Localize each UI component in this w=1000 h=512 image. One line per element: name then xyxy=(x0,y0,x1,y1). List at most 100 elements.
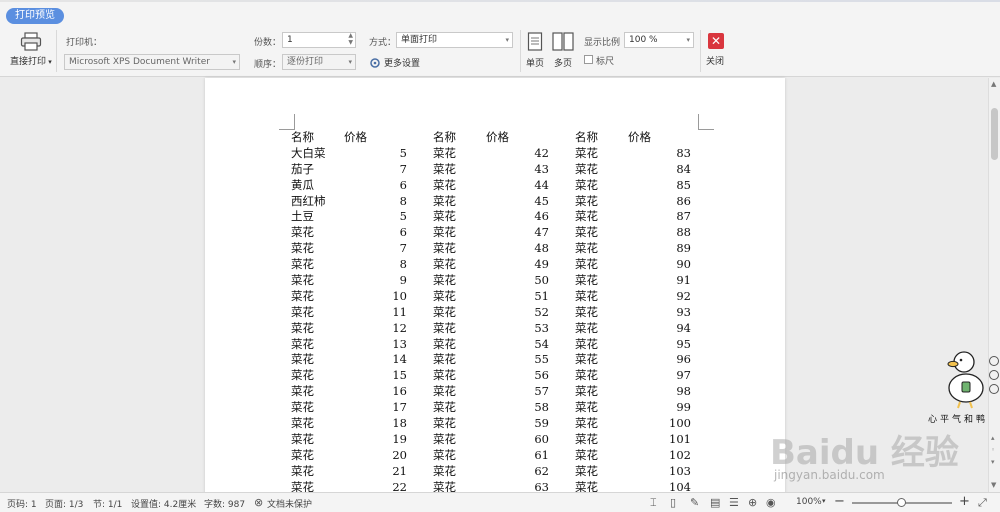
order-select[interactable]: 逐份打印 ▾ xyxy=(282,54,356,70)
item-name: 菜花 xyxy=(291,241,314,256)
item-name: 菜花 xyxy=(433,463,456,478)
item-price: 101 xyxy=(669,431,691,446)
status-page-count[interactable]: 页面: 1/3 xyxy=(45,497,83,510)
item-name: 土豆 xyxy=(291,209,314,224)
single-page-label: 单页 xyxy=(525,59,544,69)
item-name: 菜花 xyxy=(575,273,598,288)
side-tool-icon[interactable] xyxy=(989,356,999,366)
side-tool-icon[interactable] xyxy=(989,384,999,394)
header-price: 价格 xyxy=(344,130,367,144)
zoom-in-button[interactable]: + xyxy=(959,494,970,509)
item-price: 42 xyxy=(534,145,549,160)
item-price: 90 xyxy=(676,257,691,272)
status-zoom-value[interactable]: 100% xyxy=(796,497,822,507)
status-page-number[interactable]: 页码: 1 xyxy=(7,497,37,510)
fit-window-icon[interactable]: ⤢ xyxy=(978,496,987,510)
zoom-slider[interactable] xyxy=(852,498,952,507)
header-price: 价格 xyxy=(486,130,509,144)
table-row: 菜花 103 xyxy=(575,464,705,480)
item-price: 20 xyxy=(392,447,407,462)
table-row: 菜花 100 xyxy=(575,416,705,432)
scroll-prev-page-icon[interactable]: ▴ xyxy=(991,434,995,442)
table-row: 菜花 43 xyxy=(433,162,563,178)
item-name: 菜花 xyxy=(575,145,598,160)
header-name: 名称 xyxy=(433,130,456,144)
cursor-icon[interactable]: ⌶ xyxy=(650,496,657,510)
item-name: 菜花 xyxy=(291,447,314,462)
item-name: 菜花 xyxy=(433,352,456,367)
table-row: 菜花 45 xyxy=(433,194,563,210)
chevron-down-icon: ▾ xyxy=(348,58,352,66)
item-price: 103 xyxy=(669,463,691,478)
table-row: 菜花 91 xyxy=(575,273,705,289)
table-row: 菜花 57 xyxy=(433,384,563,400)
table-row: 菜花 89 xyxy=(575,241,705,257)
vertical-scrollbar[interactable]: ▲ ▴ ◦ ▾ ▼ xyxy=(988,78,1000,492)
side-tool-buttons xyxy=(989,356,1000,394)
reading-mode-icon[interactable]: ▯ xyxy=(670,496,676,509)
multi-page-icon xyxy=(552,32,574,51)
edit-mode-icon[interactable]: ✎ xyxy=(690,496,699,509)
item-name: 菜花 xyxy=(575,241,598,256)
status-word-count[interactable]: 字数: 987 xyxy=(204,497,245,510)
close-button[interactable]: ✕ 关闭 xyxy=(704,32,728,72)
direct-print-button[interactable]: 直接打印 ▾ xyxy=(10,30,54,70)
item-name: 菜花 xyxy=(575,352,598,367)
item-price: 86 xyxy=(676,193,691,208)
table-row: 菜花 86 xyxy=(575,194,705,210)
item-name: 菜花 xyxy=(291,368,314,383)
item-price: 93 xyxy=(676,304,691,319)
copies-stepper[interactable]: 1 ▲ ▼ xyxy=(282,32,356,48)
item-price: 50 xyxy=(534,273,549,288)
ruler-checkbox[interactable] xyxy=(584,55,593,64)
item-name: 菜花 xyxy=(575,463,598,478)
chevron-down-icon: ▾ xyxy=(505,36,509,44)
scroll-down-icon[interactable]: ▼ xyxy=(991,481,996,489)
item-name: 菜花 xyxy=(575,209,598,224)
scroll-next-page-icon[interactable]: ▾ xyxy=(991,458,995,466)
mode-select[interactable]: 单面打印 ▾ xyxy=(396,32,513,48)
item-name: 菜花 xyxy=(433,161,456,176)
item-name: 菜花 xyxy=(433,320,456,335)
zoom-select[interactable]: 100 % ▾ xyxy=(624,32,694,48)
table-header-row: 名称 价格 xyxy=(575,130,705,146)
scroll-select-object-icon[interactable]: ◦ xyxy=(991,446,995,454)
status-setting-value[interactable]: 设置值: 4.2厘米 xyxy=(131,497,196,510)
table-row: 菜花 98 xyxy=(575,384,705,400)
item-price: 100 xyxy=(669,416,691,431)
item-name: 菜花 xyxy=(575,431,598,446)
table-row: 菜花 54 xyxy=(433,337,563,353)
web-view-icon[interactable]: ⊕ xyxy=(748,496,757,509)
item-price: 5 xyxy=(399,145,407,160)
table-row: 菜花 94 xyxy=(575,321,705,337)
scroll-thumb[interactable] xyxy=(991,108,998,160)
single-page-button[interactable]: 单页 xyxy=(525,32,545,70)
side-tool-icon[interactable] xyxy=(989,370,999,380)
table-row: 菜花 93 xyxy=(575,305,705,321)
item-price: 8 xyxy=(399,193,407,208)
tab-print-preview[interactable]: 打印预览 xyxy=(6,8,64,24)
item-price: 11 xyxy=(392,304,407,319)
zoom-dropdown-icon[interactable]: ▾ xyxy=(822,497,826,505)
eye-protection-icon[interactable]: ◉ xyxy=(766,496,776,509)
table-row: 菜花 60 xyxy=(433,432,563,448)
spinner-arrows-icon[interactable]: ▲ ▼ xyxy=(348,33,353,46)
item-name: 菜花 xyxy=(291,463,314,478)
page-view-icon[interactable]: ▤ xyxy=(710,496,720,509)
zoom-slider-handle[interactable] xyxy=(897,498,906,507)
item-name: 菜花 xyxy=(433,241,456,256)
item-price: 15 xyxy=(392,368,407,383)
scroll-up-icon[interactable]: ▲ xyxy=(991,80,996,88)
table-column: 名称 价格 大白菜 5 茄子 7 黄瓜 6 西红柿 8 土豆 5 菜花 6 菜花 7 菜花 8 菜花 9 菜花 10 菜花 1… xyxy=(291,130,421,495)
item-price: 8 xyxy=(399,257,407,272)
item-name: 菜花 xyxy=(433,447,456,462)
item-price: 96 xyxy=(676,352,691,367)
status-protection[interactable]: 文档未保护 xyxy=(267,497,312,510)
outline-view-icon[interactable]: ☰ xyxy=(729,496,739,509)
item-price: 58 xyxy=(534,400,549,415)
printer-select[interactable]: Microsoft XPS Document Writer ▾ xyxy=(64,54,240,70)
item-name: 菜花 xyxy=(433,273,456,288)
zoom-out-button[interactable]: − xyxy=(834,494,845,509)
printer-icon xyxy=(20,32,42,51)
multi-page-button[interactable]: 多页 xyxy=(552,32,574,70)
